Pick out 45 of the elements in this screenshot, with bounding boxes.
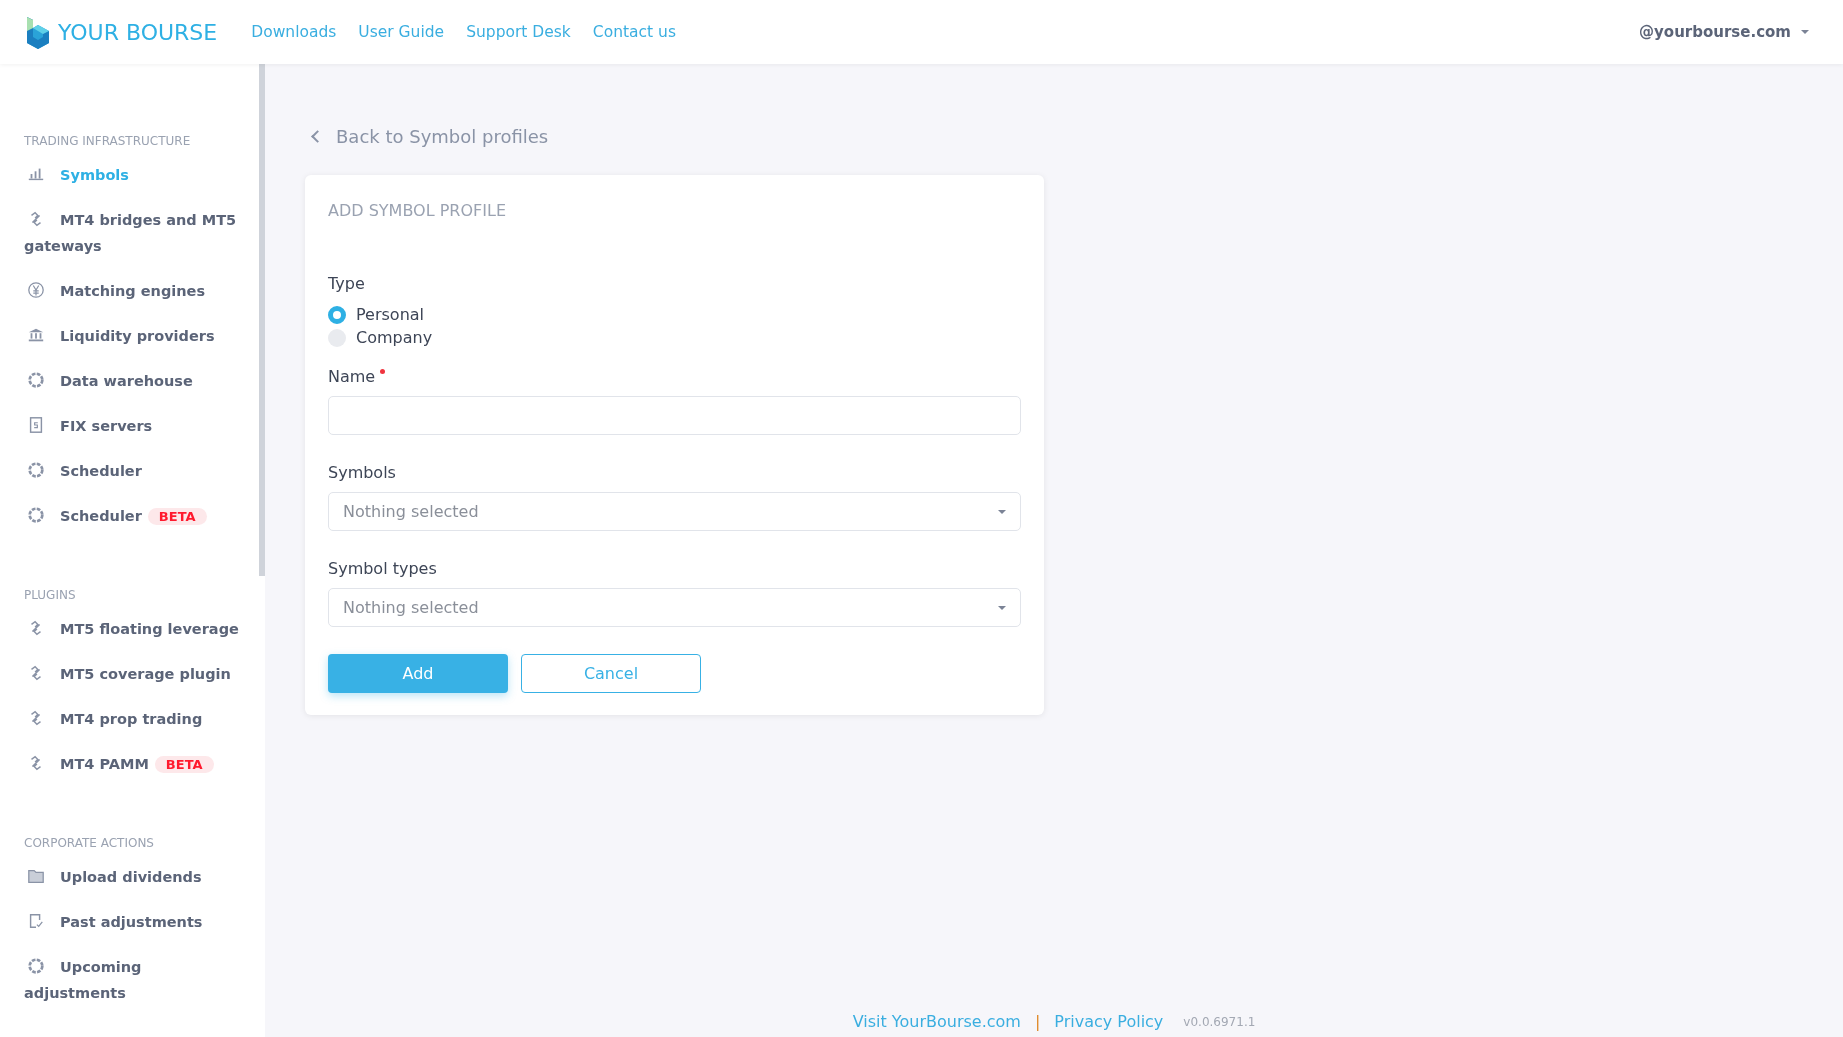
logo-text: YOUR BOURSE xyxy=(58,19,218,45)
radio-option[interactable]: Personal xyxy=(328,303,1021,326)
ring-icon xyxy=(27,505,45,524)
section-heading: PLUGINS xyxy=(24,588,77,602)
sidebar-item[interactable]: Scheduler BETA xyxy=(24,493,239,538)
sidebar-item[interactable]: MT4 PAMM BETA xyxy=(24,741,239,786)
section-heading: CORPORATE ACTIONS xyxy=(24,836,155,850)
sidebar-item[interactable]: Past adjustments xyxy=(24,899,239,944)
beta-badge: BETA xyxy=(154,755,214,773)
ring-icon xyxy=(27,460,45,479)
hexagon-logo-icon xyxy=(24,15,52,49)
dropdown[interactable]: Nothing selected xyxy=(328,588,1021,627)
yen-coin-icon xyxy=(27,280,45,299)
sidebar-item[interactable]: Upcoming adjustments xyxy=(24,944,239,1015)
name-input[interactable] xyxy=(328,396,1021,435)
section-heading: TRADING INFRASTRUCTURE xyxy=(24,134,192,148)
dropdown[interactable]: Nothing selected xyxy=(328,492,1021,531)
field-label: Name xyxy=(328,367,1021,386)
sidebar-item[interactable]: FIX servers xyxy=(24,403,239,448)
version-text: v0.0.6971.1 xyxy=(1183,1014,1256,1029)
sidebar-item[interactable]: Data warehouse xyxy=(24,358,239,403)
ring-icon xyxy=(27,370,45,389)
caret-icon xyxy=(998,605,1006,610)
document-icon xyxy=(27,415,45,434)
beta-badge: BETA xyxy=(147,507,207,525)
radio-option[interactable]: Company xyxy=(328,326,1021,349)
sidebar-item[interactable]: Matching engines xyxy=(24,268,239,313)
field-label: Symbols xyxy=(328,463,397,482)
separator: | xyxy=(1034,1012,1041,1031)
sidebar-item[interactable]: MT5 coverage plugin xyxy=(24,651,239,696)
scrollbar[interactable] xyxy=(259,64,265,576)
field-label: Type xyxy=(328,274,366,293)
sidebar-item[interactable]: MT4 prop trading xyxy=(24,696,239,741)
sidebar-item[interactable]: Upload dividends xyxy=(24,854,239,899)
sidebar-item[interactable]: MT4 bridges and MT5 gateways xyxy=(24,197,239,268)
account-menu[interactable]: @yourbourse.com xyxy=(1639,23,1809,41)
form-title: ADD SYMBOL PROFILE xyxy=(328,201,507,220)
document-check-icon xyxy=(27,911,45,930)
sidebar-item[interactable]: MT5 floating leverage xyxy=(24,606,239,651)
sidebar-item[interactable]: Liquidity providers xyxy=(24,313,239,358)
ring-icon xyxy=(27,956,45,975)
caret-icon xyxy=(998,509,1006,514)
sidebar-item[interactable]: Scheduler xyxy=(24,448,239,493)
caret-icon xyxy=(1801,30,1809,34)
field-label: Symbol types xyxy=(328,559,438,578)
